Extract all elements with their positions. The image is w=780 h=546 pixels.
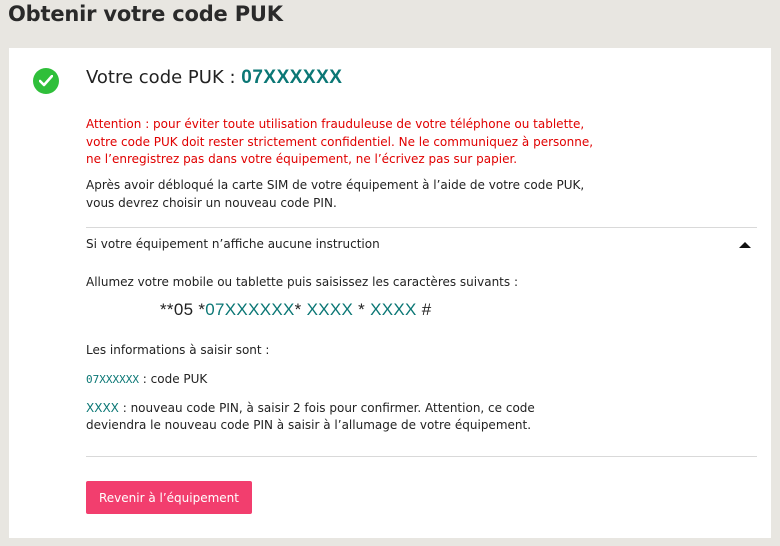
code-puk: 07XXXXXX xyxy=(205,300,295,319)
caret-up-icon[interactable] xyxy=(739,242,751,248)
puk-label: Votre code PUK : xyxy=(86,67,242,88)
confidentiality-warning: Attention : pour éviter toute utilisatio… xyxy=(86,116,606,169)
field-puk-text: : code PUK xyxy=(138,372,208,386)
ussd-code-line: **05 *07XXXXXX* XXXX * XXXX # xyxy=(160,300,431,320)
divider xyxy=(86,456,757,457)
field-puk-code: 07XXXXXX xyxy=(86,373,139,386)
back-to-device-button[interactable]: Revenir à l’équipement xyxy=(86,481,252,514)
warning-line: votre code PUK doit rester strictement c… xyxy=(86,134,594,149)
puk-code-value: 07XXXXXX xyxy=(241,67,343,88)
code-pin-1: XXXX xyxy=(306,300,354,319)
code-pin-2: XXXX xyxy=(370,300,417,319)
warning-line: Attention : pour éviter toute utilisatio… xyxy=(86,117,585,131)
warning-line: ne l’enregistrez pas dans votre équipeme… xyxy=(86,152,518,166)
field-pin-text-2: deviendra le nouveau code PIN à saisir à… xyxy=(86,418,532,432)
check-circle-icon xyxy=(33,68,59,94)
code-sep: * xyxy=(294,300,307,319)
info-line: Après avoir débloqué la carte SIM de vot… xyxy=(86,178,585,192)
puk-result-card: Votre code PUK : 07XXXXXX Attention : po… xyxy=(9,48,771,538)
accordion-title: Si votre équipement n’affiche aucune ins… xyxy=(86,237,380,251)
field-pin-description: XXXX : nouveau code PIN, à saisir 2 fois… xyxy=(86,400,546,434)
puk-heading: Votre code PUK : 07XXXXXX xyxy=(86,67,342,89)
page-title: Obtenir votre code PUK xyxy=(8,2,283,26)
fields-label: Les informations à saisir sont : xyxy=(86,343,270,357)
accordion-instruction: Allumez votre mobile ou tablette puis sa… xyxy=(86,275,518,289)
field-pin-code: XXXX xyxy=(86,401,119,415)
code-prefix: **05 * xyxy=(160,300,206,319)
field-pin-text: : nouveau code PIN, à saisir 2 fois pour… xyxy=(118,401,535,415)
pin-info-text: Après avoir débloqué la carte SIM de vot… xyxy=(86,177,606,212)
info-line: vous devrez choisir un nouveau code PIN. xyxy=(86,195,337,210)
code-sep: * xyxy=(353,300,371,319)
accordion-toggle[interactable]: Si votre équipement n’affiche aucune ins… xyxy=(86,228,757,262)
field-puk-description: 07XXXXXX : code PUK xyxy=(86,372,207,386)
code-suffix: # xyxy=(416,300,432,319)
